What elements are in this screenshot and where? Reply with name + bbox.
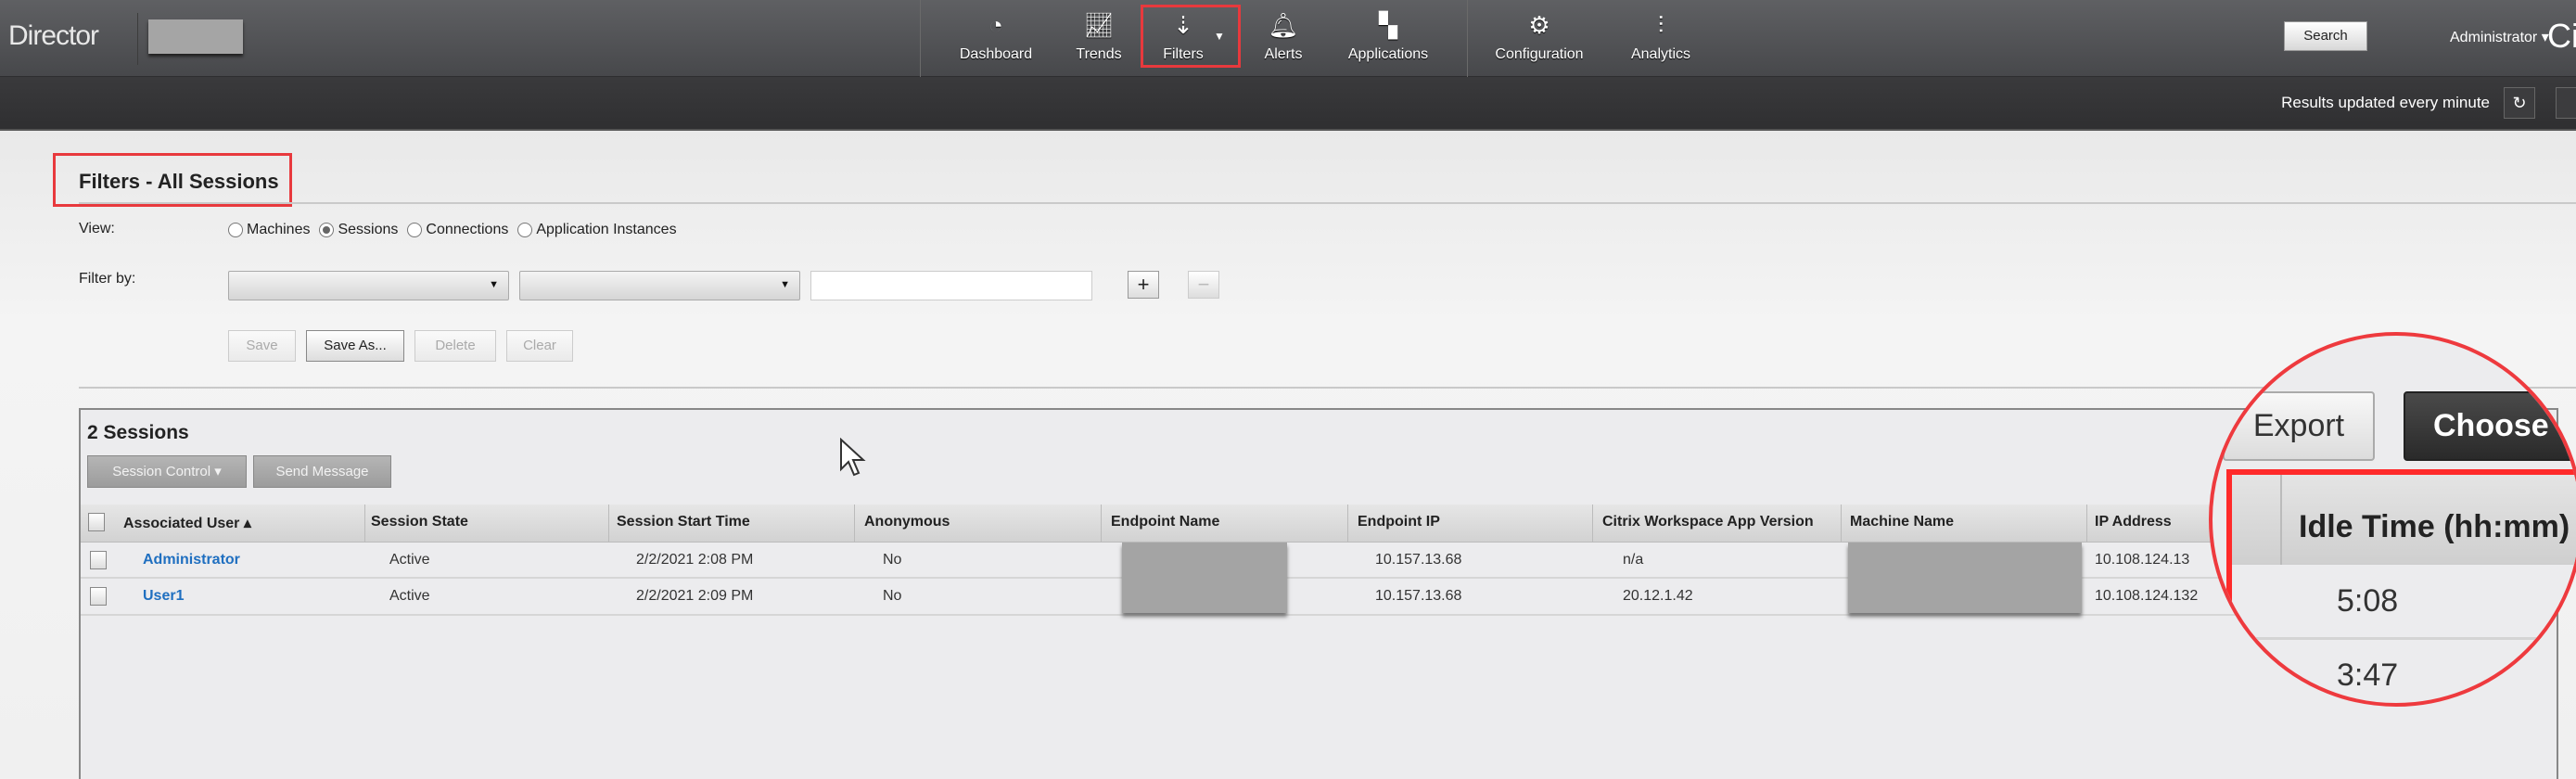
nav-dashboard[interactable]: ◔ Dashboard [940,9,1052,63]
column-divider[interactable] [1101,504,1102,543]
grid-icon: ▚ [1379,11,1397,39]
gauge-icon: ◔ [988,11,1003,39]
view-radio-group: Machines Sessions Connections Applicatio… [228,222,682,238]
column-divider[interactable] [854,504,855,543]
filter-field-select[interactable] [228,271,509,300]
send-message-button[interactable]: Send Message [253,455,391,488]
export-button[interactable]: Export [2223,391,2375,461]
column-divider[interactable] [364,504,365,543]
divider [1467,0,1468,77]
refresh-button[interactable]: ↻ [2504,87,2535,119]
filter-value-input[interactable] [810,271,1092,300]
idle-time-value: 5:08 [2337,583,2399,619]
radio-label: Machines [247,222,311,237]
ip-address: 10.108.124.132 [2095,588,2199,604]
nav-applications[interactable]: ▚ Applications [1333,9,1444,63]
column-divider[interactable] [1841,504,1842,543]
column-endpoint-ip[interactable]: Endpoint IP [1358,514,1440,530]
view-label: View: [79,221,115,236]
column-session-state[interactable]: Session State [371,514,468,530]
radio-application-instances[interactable] [517,223,533,237]
column-divider[interactable] [1592,504,1593,543]
app-version: 20.12.1.42 [1623,588,1693,604]
endpoint-ip: 10.157.13.68 [1375,552,1462,568]
filter-operator-select[interactable] [519,271,800,300]
choose-columns-button[interactable]: Choose [2404,391,2576,461]
ip-address: 10.108.124.13 [2095,552,2190,568]
gear-icon: ⚙ [1528,11,1550,39]
anonymous: No [883,552,902,568]
user-name: Administrator [2450,30,2538,45]
column-divider [2280,475,2282,565]
app-version: n/a [1623,552,1644,568]
column-divider[interactable] [608,504,609,543]
sessions-count: 2 Sessions [87,422,189,443]
column-endpoint-name[interactable]: Endpoint Name [1111,514,1219,530]
row-checkbox[interactable] [90,551,107,569]
divider [137,13,138,65]
toolbar-button[interactable] [2556,87,2576,119]
column-divider[interactable] [2086,504,2087,543]
row-divider [2226,637,2576,640]
filters-highlight [1141,5,1241,68]
remove-filter-button[interactable]: − [1188,271,1219,299]
refresh-icon: ↻ [2512,94,2527,112]
nav-analytics[interactable]: ⫶ Analytics [1605,9,1716,63]
user-link[interactable]: Administrator [143,552,240,568]
radio-label: Application Instances [536,222,677,237]
mouse-cursor-icon [840,438,866,477]
redacted-site-name [148,19,243,54]
save-as-button[interactable]: Save As... [306,330,404,362]
divider [79,387,2576,389]
analytics-icon: ⫶ [1657,11,1664,39]
radio-label: Sessions [338,222,399,237]
bell-icon: 🔔︎ [1268,11,1299,39]
brand-title: Director [8,20,99,51]
title-highlight [53,153,292,207]
filter-by-label: Filter by: [79,271,136,287]
column-anonymous[interactable]: Anonymous [864,514,950,530]
redacted-endpoint-name [1122,543,1287,613]
select-all-checkbox[interactable] [88,513,105,531]
redacted-machine-name [1848,543,2082,613]
session-start-time: 2/2/2021 2:09 PM [636,588,754,604]
column-session-start-time[interactable]: Session Start Time [617,514,750,530]
delete-button[interactable]: Delete [414,330,496,362]
session-state: Active [389,552,430,568]
clear-button[interactable]: Clear [506,330,573,362]
search-button[interactable]: Search [2284,21,2367,51]
column-machine-name[interactable]: Machine Name [1850,514,1954,530]
radio-sessions[interactable] [319,223,335,237]
endpoint-ip: 10.157.13.68 [1375,588,1462,604]
column-ip-address[interactable]: IP Address [2095,514,2172,530]
user-link[interactable]: User1 [143,588,184,605]
divider [79,202,2576,204]
nav-configuration[interactable]: ⚙ Configuration [1484,9,1595,63]
user-menu[interactable]: Administrator ▾ [2450,28,2549,46]
save-button[interactable]: Save [228,330,296,362]
highlight-edge [2226,565,2232,703]
anonymous: No [883,588,902,604]
add-filter-button[interactable]: + [1128,271,1159,299]
results-update-text: Results updated every minute [2281,94,2490,111]
divider [920,0,921,77]
status-bar [0,77,2576,131]
column-idle-time[interactable]: Idle Time (hh:mm) [2299,509,2570,545]
row-checkbox[interactable] [90,587,107,606]
session-control-button[interactable]: Session Control ▾ [87,455,247,488]
radio-connections[interactable] [407,223,423,237]
column-divider[interactable] [1347,504,1348,543]
session-start-time: 2/2/2021 2:08 PM [636,552,754,568]
nav-alerts[interactable]: 🔔︎ Alerts [1228,9,1339,63]
magnifier-callout: Export Choose Idle Time (hh:mm) 5:08 3:4… [2209,332,2576,707]
radio-label: Connections [426,222,509,237]
column-workspace-app-version[interactable]: Citrix Workspace App Version [1602,514,1814,530]
radio-machines[interactable] [228,223,243,237]
session-state: Active [389,588,430,604]
citrix-logo: Ci [2547,17,2576,55]
idle-time-value: 3:47 [2337,658,2399,693]
column-associated-user[interactable]: Associated User ▴ [123,514,251,532]
